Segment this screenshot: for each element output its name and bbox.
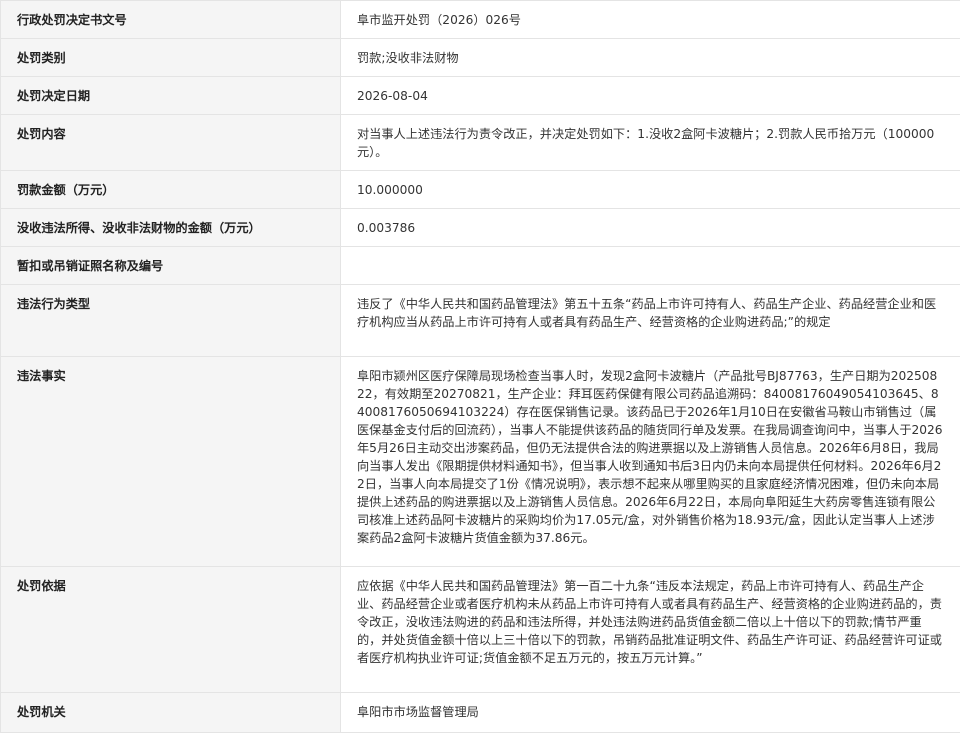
row-confiscation-amount: 没收违法所得、没收非法财物的金额（万元） 0.003786 — [1, 209, 960, 247]
penalty-info-table: 行政处罚决定书文号 阜市监开处罚（2026）026号 处罚类别 罚款;没收非法财… — [0, 0, 960, 733]
penalty-category-label: 处罚类别 — [1, 39, 341, 77]
confiscation-amount-label: 没收违法所得、没收非法财物的金额（万元） — [1, 209, 341, 247]
decision-date-label: 处罚决定日期 — [1, 77, 341, 115]
row-decision-number: 行政处罚决定书文号 阜市监开处罚（2026）026号 — [1, 1, 960, 39]
penalty-category-value: 罚款;没收非法财物 — [341, 39, 960, 77]
decision-date-value: 2026-08-04 — [341, 77, 960, 115]
row-decision-date: 处罚决定日期 2026-08-04 — [1, 77, 960, 115]
violation-type-value: 违反了《中华人民共和国药品管理法》第五十五条“药品上市许可持有人、药品生产企业、… — [341, 285, 960, 357]
penalty-content-value: 对当事人上述违法行为责令改正，并决定处罚如下：1.没收2盒阿卡波糖片；2.罚款人… — [341, 115, 960, 171]
license-suspension-value — [341, 247, 960, 285]
violation-facts-value: 阜阳市颍州区医疗保障局现场检查当事人时，发现2盒阿卡波糖片（产品批号BJ8776… — [341, 357, 960, 567]
penalty-basis-label: 处罚依据 — [1, 567, 341, 693]
penalty-content-label: 处罚内容 — [1, 115, 341, 171]
row-license-suspension: 暂扣或吊销证照名称及编号 — [1, 247, 960, 285]
penalty-basis-value: 应依据《中华人民共和国药品管理法》第一百二十九条“违反本法规定，药品上市许可持有… — [341, 567, 960, 693]
license-suspension-label: 暂扣或吊销证照名称及编号 — [1, 247, 341, 285]
row-penalty-content: 处罚内容 对当事人上述违法行为责令改正，并决定处罚如下：1.没收2盒阿卡波糖片；… — [1, 115, 960, 171]
violation-facts-label: 违法事实 — [1, 357, 341, 567]
penalty-authority-value: 阜阳市市场监督管理局 — [341, 693, 960, 733]
row-fine-amount: 罚款金额（万元） 10.000000 — [1, 171, 960, 209]
row-violation-facts: 违法事实 阜阳市颍州区医疗保障局现场检查当事人时，发现2盒阿卡波糖片（产品批号B… — [1, 357, 960, 567]
confiscation-amount-value: 0.003786 — [341, 209, 960, 247]
row-violation-type: 违法行为类型 违反了《中华人民共和国药品管理法》第五十五条“药品上市许可持有人、… — [1, 285, 960, 357]
row-penalty-basis: 处罚依据 应依据《中华人民共和国药品管理法》第一百二十九条“违反本法规定，药品上… — [1, 567, 960, 693]
fine-amount-label: 罚款金额（万元） — [1, 171, 341, 209]
row-penalty-category: 处罚类别 罚款;没收非法财物 — [1, 39, 960, 77]
violation-type-label: 违法行为类型 — [1, 285, 341, 357]
row-penalty-authority: 处罚机关 阜阳市市场监督管理局 — [1, 693, 960, 733]
decision-number-label: 行政处罚决定书文号 — [1, 1, 341, 39]
decision-number-value: 阜市监开处罚（2026）026号 — [341, 1, 960, 39]
fine-amount-value: 10.000000 — [341, 171, 960, 209]
penalty-authority-label: 处罚机关 — [1, 693, 341, 733]
